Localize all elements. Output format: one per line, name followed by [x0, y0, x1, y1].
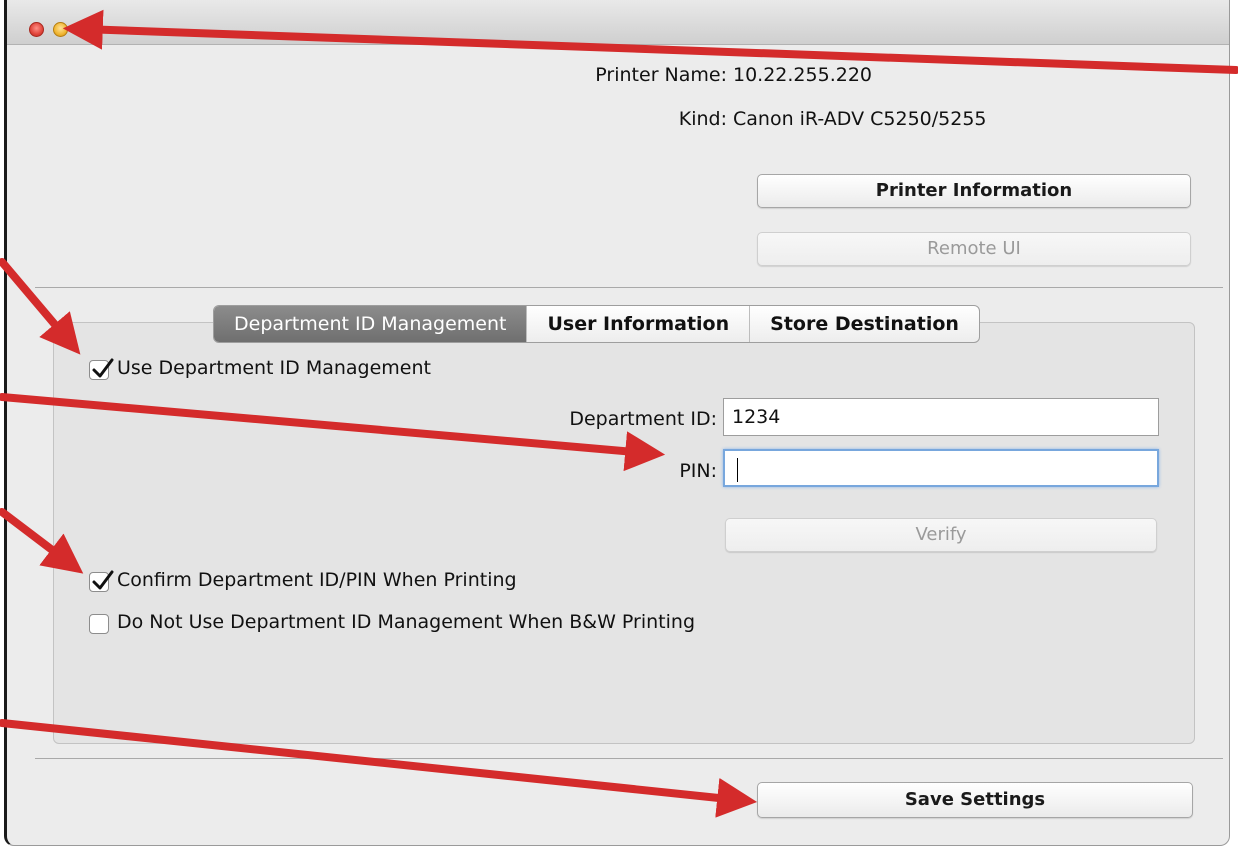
annotation-arrows: [0, 9, 1238, 818]
annotation-arrow-icon: [0, 258, 81, 355]
annotation-arrow-icon: [0, 393, 666, 472]
annotation-arrow-icon: [62, 9, 1238, 74]
annotation-arrow-icon: [0, 719, 758, 818]
annotation-arrow-icon: [0, 508, 84, 574]
